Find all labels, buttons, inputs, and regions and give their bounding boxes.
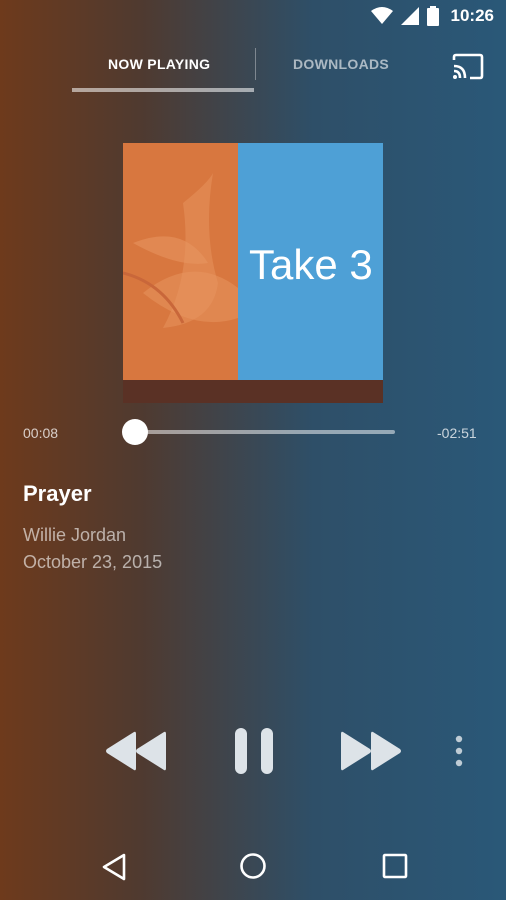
system-nav-bar (0, 830, 506, 900)
cast-icon[interactable] (451, 52, 485, 80)
rewind-icon[interactable] (104, 728, 168, 774)
seek-thumb[interactable] (121, 419, 148, 445)
back-icon[interactable] (100, 852, 128, 882)
album-art: Take 3 (123, 143, 383, 403)
fast-forward-icon[interactable] (339, 728, 403, 774)
tab-divider (255, 48, 256, 80)
elapsed-time: 00:08 (23, 425, 59, 441)
wifi-icon (370, 7, 393, 24)
tab-now-playing[interactable]: NOW PLAYING (108, 56, 210, 72)
tab-downloads[interactable]: DOWNLOADS (293, 56, 389, 72)
more-vert-icon[interactable] (453, 734, 465, 768)
status-time: 10:26 (450, 6, 494, 25)
album-art-title: Take 3 (249, 241, 373, 288)
signal-icon (400, 7, 419, 25)
pause-icon[interactable] (233, 726, 275, 776)
track-title: Prayer (23, 481, 92, 506)
seek-bar[interactable] (124, 430, 395, 434)
home-icon[interactable] (238, 851, 268, 881)
status-bar: 10:26 (0, 0, 506, 36)
battery-icon (426, 6, 439, 26)
tab-indicator (72, 88, 254, 92)
church-logo-icon (123, 173, 238, 328)
track-artist: Willie Jordan (23, 525, 127, 545)
status-icons: 10:26 (370, 6, 494, 26)
album-art-logo-panel (123, 143, 238, 380)
remaining-time: -02:51 (437, 425, 477, 441)
album-art-bottom-band (123, 380, 383, 403)
tab-bar: NOW PLAYING DOWNLOADS (0, 46, 506, 96)
track-date: October 23, 2015 (23, 552, 163, 572)
recents-icon[interactable] (381, 852, 409, 880)
